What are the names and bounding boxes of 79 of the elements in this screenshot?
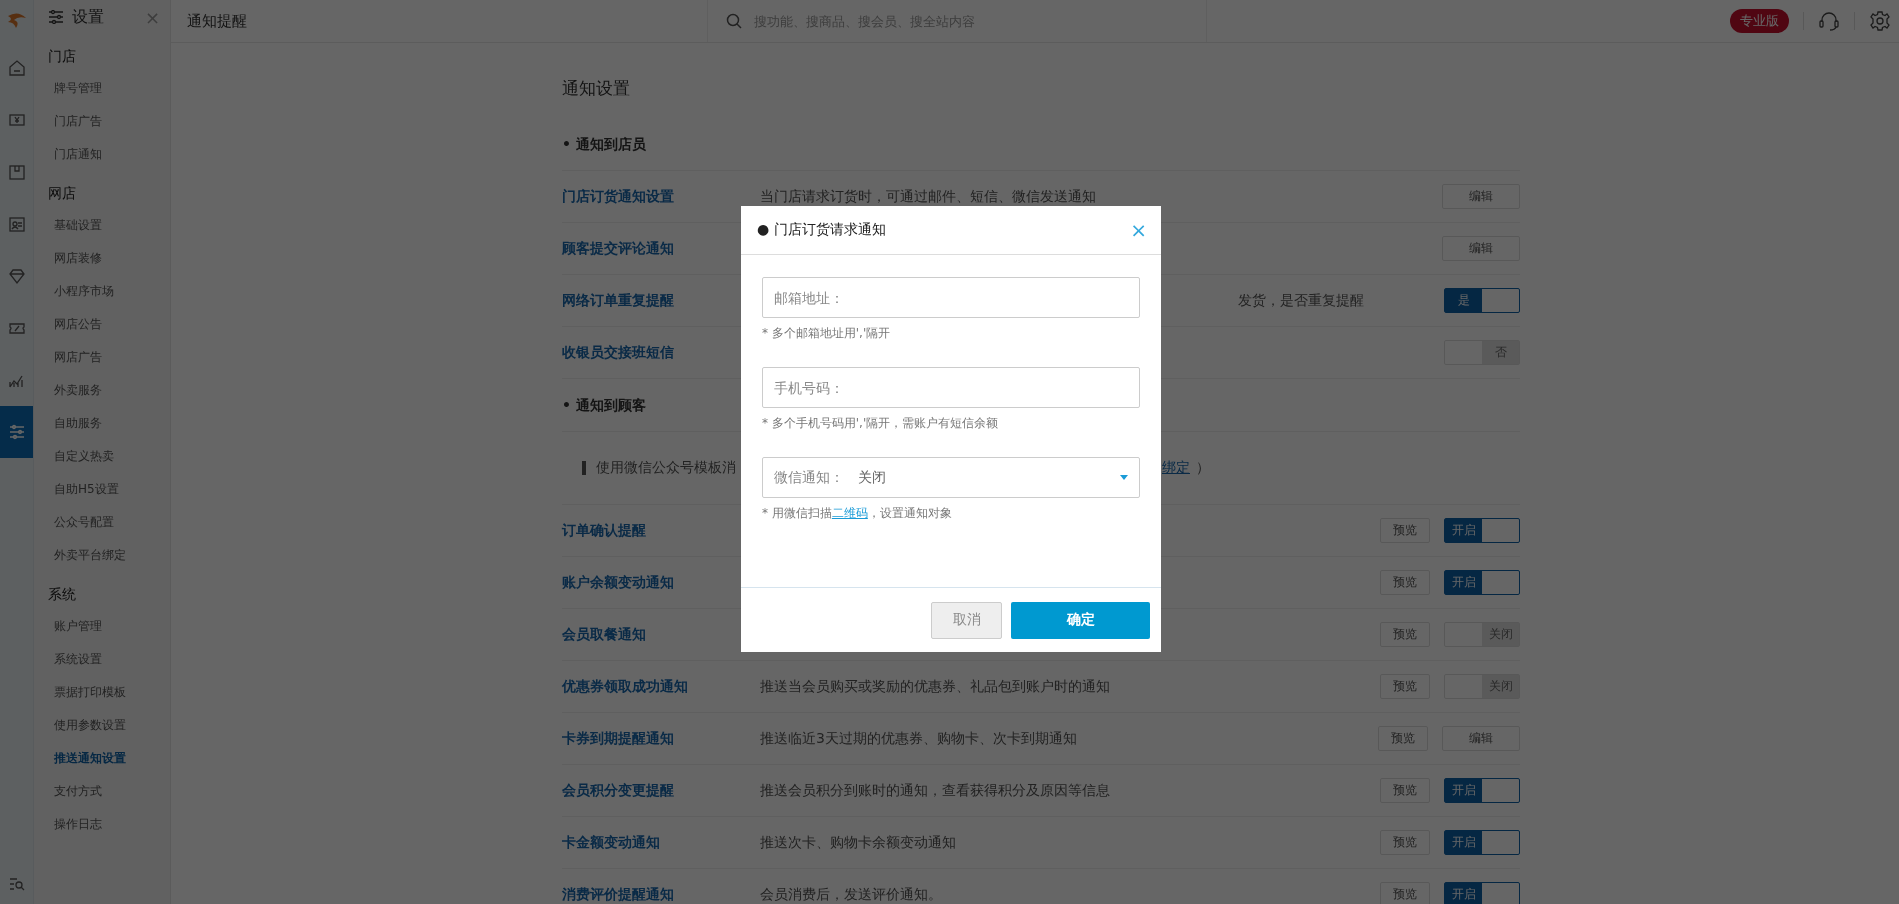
sliders-icon (7, 423, 26, 441)
sidebar-item[interactable]: 操作日志 (34, 808, 170, 841)
preview-button[interactable]: 预览 (1380, 778, 1430, 803)
sidebar-item[interactable]: 自定义热卖 (34, 440, 170, 473)
banknote-icon (7, 111, 26, 129)
closing-paren: ） (1196, 459, 1210, 477)
setting-description: 推送会员积分到账时的通知，查看获得积分及原因等信息 (760, 781, 1110, 800)
qr-code-link[interactable]: 二维码 (831, 506, 868, 520)
preview-button[interactable]: 预览 (1378, 726, 1428, 751)
page-title: 通知提醒 (187, 11, 248, 31)
preview-button[interactable]: 预览 (1380, 830, 1430, 855)
setting-description: 当门店请求订货时，可通过邮件、短信、微信发送通知 (760, 187, 1096, 206)
toggle-switch[interactable]: 开启 (1444, 570, 1520, 595)
setting-description: 推送次卡、购物卡余额变动通知 (760, 833, 956, 852)
preview-button[interactable]: 预览 (1380, 518, 1430, 543)
setting-description: 推送临近3天过期的优惠券、购物卡、次卡到期通知 (760, 729, 1077, 748)
sidebar-item[interactable]: 外卖平台绑定 (34, 539, 170, 572)
setting-name[interactable]: 卡金额变动通知 (562, 833, 760, 852)
sidebar-item[interactable]: 网店公告 (34, 308, 170, 341)
close-button[interactable]: × (1130, 218, 1147, 242)
toggle-switch[interactable]: 开启 (1444, 518, 1520, 543)
section-heading: 通知设置 (562, 77, 631, 100)
section-title: • 通知到店员 (562, 118, 1520, 171)
sidebar-item[interactable]: 支付方式 (34, 775, 170, 808)
close-button[interactable]: × (144, 6, 160, 28)
caret-icon (1120, 475, 1128, 480)
bind-link[interactable]: 绑定 (1162, 459, 1190, 477)
confirm-button[interactable]: 确定 (1011, 601, 1150, 639)
home-icon (7, 59, 26, 77)
edition-badge: 专业版 (1730, 9, 1789, 33)
preview-button[interactable]: 预览 (1380, 622, 1430, 647)
preview-button[interactable]: 预览 (1380, 674, 1430, 699)
sidebar-item[interactable]: 账户管理 (34, 610, 170, 643)
headset-icon[interactable] (1818, 10, 1840, 32)
field-hint: * 多个邮箱地址用','隔开 (762, 325, 892, 342)
setting-name[interactable]: 会员积分变更提醒 (562, 781, 760, 800)
toggle-switch[interactable]: 开启 (1444, 882, 1520, 904)
sidebar-item[interactable]: 小程序市场 (34, 275, 170, 308)
field-hint: * 用微信扫描二维码，设置通知对象 (762, 505, 953, 522)
search-list-icon[interactable] (8, 877, 25, 891)
sidebar-item[interactable]: 门店通知 (34, 138, 170, 171)
setting-description: 会员消费后，发送评价通知。 (760, 885, 942, 904)
toggle-switch[interactable]: 开启 (1444, 830, 1520, 855)
sidebar-item[interactable]: 门店广告 (34, 105, 170, 138)
preview-button[interactable]: 预览 (1380, 882, 1430, 904)
preview-button[interactable]: 预览 (1380, 570, 1430, 595)
group-title: 网店 (47, 184, 77, 203)
diamond-icon (7, 267, 26, 285)
phone-field[interactable]: 手机号码： (762, 367, 1140, 408)
wechat-select[interactable]: 微信通知： 关闭 (762, 457, 1140, 498)
group-title: 系统 (47, 585, 77, 604)
email-field[interactable]: 邮箱地址： (762, 277, 1140, 318)
sidebar-item[interactable]: 牌号管理 (34, 72, 170, 105)
id-card-icon (7, 215, 26, 233)
sidebar-item[interactable]: 外卖服务 (34, 374, 170, 407)
box-icon (7, 163, 26, 181)
sidebar-item[interactable]: 推送通知设置 (34, 742, 170, 775)
setting-name[interactable]: 消费评价提醒通知 (562, 885, 760, 904)
edit-button[interactable]: 编辑 (1442, 184, 1520, 209)
sidebar-item[interactable]: 网店广告 (34, 341, 170, 374)
toggle-switch[interactable]: 开启 (1444, 778, 1520, 803)
edit-button[interactable]: 编辑 (1442, 726, 1520, 751)
sidebar-title: 设置 (72, 6, 104, 28)
setting-description: 发货，是否重复提醒 (1238, 291, 1364, 310)
toggle-switch[interactable]: 是 (1444, 288, 1520, 313)
settings-icon[interactable] (1869, 10, 1891, 32)
sidebar-item[interactable]: 自助服务 (34, 407, 170, 440)
setting-name[interactable]: 门店订货通知设置 (562, 187, 760, 206)
cancel-button[interactable]: 取消 (931, 601, 1002, 639)
group-title: 门店 (47, 47, 77, 66)
dialog-title: ● 门店订货请求通知 (757, 221, 886, 239)
setting-description: 推送当会员购买或奖励的优惠券、礼品包到账户时的通知 (760, 677, 1110, 696)
setting-name[interactable]: 优惠券领取成功通知 (562, 677, 760, 696)
sliders-icon (48, 10, 64, 24)
setting-name[interactable]: 卡券到期提醒通知 (562, 729, 760, 748)
search-icon (726, 13, 742, 29)
field-hint: * 多个手机号码用','隔开，需账户有短信余额 (762, 415, 1000, 432)
edit-button[interactable]: 编辑 (1442, 236, 1520, 261)
sidebar-item[interactable]: 网店装修 (34, 242, 170, 275)
